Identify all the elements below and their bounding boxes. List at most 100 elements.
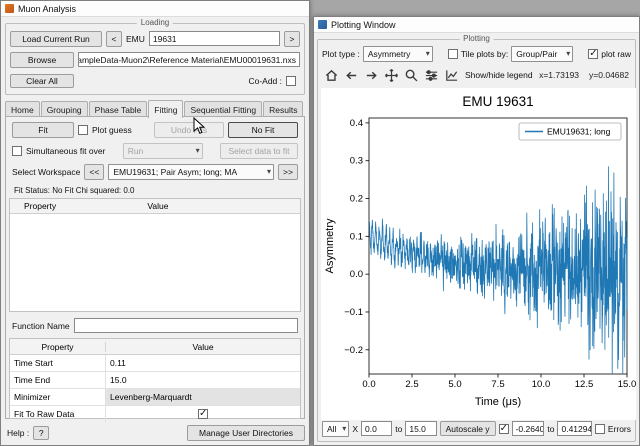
- help-button[interactable]: ?: [33, 426, 49, 440]
- tile-plots-checkbox[interactable]: [448, 49, 458, 59]
- clear-all-button[interactable]: Clear All: [10, 74, 74, 88]
- x-tick-label: 7.5: [491, 379, 504, 390]
- plot-raw-checkbox[interactable]: [588, 49, 598, 59]
- y-to-label: to: [547, 424, 554, 434]
- customize-plot-icon[interactable]: [442, 67, 460, 84]
- tab-home[interactable]: Home: [5, 101, 40, 117]
- select-data-to-fit-button[interactable]: Select data to fit: [220, 143, 298, 159]
- workspace-prev-button[interactable]: <<: [84, 164, 104, 180]
- y-axis-label: Asymmetry: [324, 218, 336, 274]
- coadd-checkbox[interactable]: [286, 76, 296, 86]
- show-hide-legend-button[interactable]: Show/hide legend: [465, 70, 533, 80]
- fit-to-raw-cell: [106, 406, 300, 422]
- tab-grouping[interactable]: Grouping: [41, 101, 88, 117]
- tab-fitting[interactable]: Fitting: [148, 100, 183, 118]
- settings-header-value: Value: [106, 342, 300, 352]
- plot-raw-label: plot raw: [601, 49, 631, 59]
- x-to-label: to: [395, 424, 402, 434]
- muon-titlebar[interactable]: Muon Analysis: [1, 1, 309, 17]
- x-tick-label: 15.0: [618, 379, 636, 390]
- x-max-field[interactable]: 15.0: [405, 421, 436, 436]
- plot-type-label: Plot type :: [322, 49, 360, 59]
- tab-results[interactable]: Results: [263, 101, 303, 117]
- autoscale-y-button[interactable]: Autoscale y: [440, 421, 496, 436]
- time-start-value-field[interactable]: 0.11: [106, 355, 300, 371]
- fit-to-raw-checkbox[interactable]: [198, 409, 208, 419]
- plotting-window: Plotting Window Plotting Plot type : Asy…: [313, 16, 640, 446]
- chart-title: EMU 19631: [462, 94, 533, 109]
- minimizer-combo[interactable]: Levenberg-Marquardt: [106, 389, 300, 405]
- tab-sequential-fitting[interactable]: Sequential Fitting: [184, 101, 262, 117]
- param-table-header-property: Property: [10, 201, 143, 211]
- zoom-icon[interactable]: [402, 67, 420, 84]
- coord-y: y=0.04682: [589, 70, 629, 80]
- file-path-field[interactable]: Mantid Docs\SampleData-Muon2\Reference M…: [78, 52, 300, 67]
- tab-phase-table[interactable]: Phase Table: [89, 101, 148, 117]
- tile-by-combo[interactable]: Group/Pair: [511, 46, 573, 62]
- subplots-icon[interactable]: [422, 67, 440, 84]
- y-tick-label: 0.2: [350, 194, 363, 205]
- undo-fits-button[interactable]: Undo Fits: [154, 122, 224, 138]
- y-tick-label: 0.1: [350, 231, 363, 242]
- fit-settings-table: Property Value Time Start 0.11 Time End …: [9, 338, 301, 419]
- next-run-button[interactable]: >: [284, 31, 300, 47]
- setting-property: Fit To Raw Data: [10, 406, 106, 422]
- app-icon: [5, 4, 14, 13]
- no-fit-button[interactable]: No Fit: [228, 122, 298, 138]
- plot-titlebar[interactable]: Plotting Window: [314, 17, 639, 33]
- back-icon[interactable]: [342, 67, 360, 84]
- autoscale-y-checkbox[interactable]: [499, 424, 509, 434]
- errors-label: Errors: [608, 424, 631, 434]
- range-scope-combo[interactable]: All: [322, 421, 349, 437]
- pan-icon[interactable]: [382, 67, 400, 84]
- home-icon[interactable]: [322, 67, 340, 84]
- y-tick-label: −0.1: [344, 307, 363, 318]
- muon-analysis-window: Muon Analysis Loading Load Current Run <…: [0, 0, 310, 446]
- time-end-value-field[interactable]: 15.0: [106, 372, 300, 388]
- y-tick-label: 0.4: [350, 118, 363, 129]
- run-number-field[interactable]: 19631: [149, 31, 280, 46]
- fit-parameter-table[interactable]: Property Value: [9, 198, 301, 312]
- settings-row-time-start: Time Start 0.11: [10, 355, 300, 372]
- plot-window-title: Plotting Window: [331, 20, 396, 30]
- browse-button[interactable]: Browse: [10, 52, 74, 68]
- plot-figure[interactable]: 0.02.55.07.510.012.515.0−0.2−0.10.00.10.…: [321, 88, 636, 420]
- y-tick-label: 0.3: [350, 156, 363, 167]
- simultaneous-fit-label: Simultaneous fit over: [26, 146, 105, 156]
- plot-app-icon: [318, 20, 327, 29]
- plotting-group-label: Plotting: [459, 34, 494, 43]
- simultaneous-fit-checkbox[interactable]: [12, 146, 22, 156]
- legend-entry-label: EMU19631; long: [547, 127, 611, 137]
- x-tick-label: 2.5: [405, 379, 418, 390]
- x-tick-label: 12.5: [575, 379, 594, 390]
- fit-button[interactable]: Fit: [12, 122, 74, 138]
- setting-property: Minimizer: [10, 389, 106, 405]
- plot-type-combo[interactable]: Asymmetry: [363, 46, 433, 62]
- manage-user-directories-button[interactable]: Manage User Directories: [187, 425, 305, 441]
- param-table-header-value: Value: [143, 201, 300, 211]
- simultaneous-run-combo[interactable]: Run: [123, 143, 203, 159]
- plot-guess-checkbox[interactable]: [78, 125, 88, 135]
- window-title: Muon Analysis: [18, 4, 76, 14]
- settings-row-time-end: Time End 15.0: [10, 372, 300, 389]
- x-min-field[interactable]: 0.0: [361, 421, 392, 436]
- workspace-next-button[interactable]: >>: [278, 164, 298, 180]
- x-tick-label: 0.0: [362, 379, 375, 390]
- y-max-field[interactable]: 0.41294: [557, 421, 591, 436]
- y-min-field[interactable]: -0.2640: [512, 421, 545, 436]
- x-range-label: X: [352, 424, 358, 434]
- errors-checkbox[interactable]: [595, 424, 605, 434]
- previous-run-button[interactable]: <: [106, 31, 122, 47]
- load-current-run-button[interactable]: Load Current Run: [10, 31, 102, 47]
- function-name-label: Function Name: [12, 321, 70, 331]
- setting-property: Time Start: [10, 355, 106, 371]
- mouse-cursor: [193, 117, 205, 135]
- settings-row-fit-to-raw: Fit To Raw Data: [10, 406, 300, 422]
- workspace-combo[interactable]: EMU19631; Pair Asym; long; MA: [108, 164, 274, 180]
- plot-guess-label: Plot guess: [92, 125, 132, 135]
- forward-icon[interactable]: [362, 67, 380, 84]
- function-name-field[interactable]: [74, 318, 298, 333]
- select-workspace-label: Select Workspace: [12, 167, 80, 177]
- x-tick-label: 10.0: [532, 379, 551, 390]
- fit-status-text: Fit Status: No Fit Chi squared: 0.0: [14, 186, 135, 195]
